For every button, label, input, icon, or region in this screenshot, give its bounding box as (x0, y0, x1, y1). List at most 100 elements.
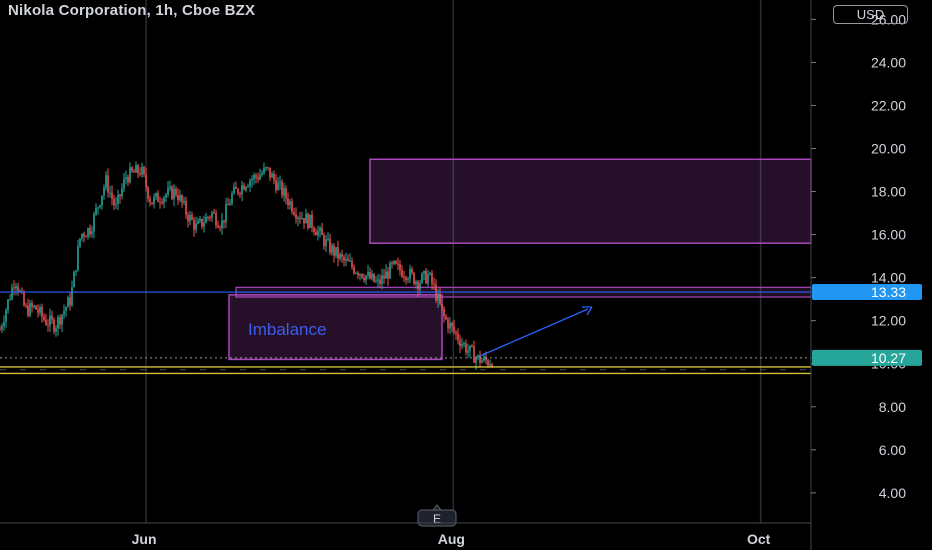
candle-body (249, 180, 251, 187)
candle-body (147, 187, 149, 199)
candle-body (413, 272, 415, 285)
candle-body (403, 276, 405, 278)
candle-body (439, 294, 441, 304)
candle-body (307, 213, 309, 229)
candle-body (319, 228, 321, 231)
candle-body (373, 273, 375, 282)
candle-body (203, 222, 205, 227)
candle-body (113, 198, 115, 205)
candle-body (341, 253, 343, 257)
candle-body (263, 167, 265, 174)
candle-body (181, 195, 183, 203)
candle-body (313, 227, 315, 232)
candle-body (97, 207, 99, 209)
candle-body (337, 247, 339, 259)
candle-body (401, 270, 403, 277)
candle-body (215, 213, 217, 226)
candle-body (343, 256, 345, 261)
candle-body (3, 321, 5, 327)
candle-body (355, 272, 357, 274)
candle-body (287, 198, 289, 205)
candle-body (171, 186, 173, 200)
candle-body (79, 238, 81, 247)
candle-body (379, 279, 381, 284)
candle-body (225, 204, 227, 223)
candle-body (159, 202, 161, 204)
candle-body (473, 346, 475, 363)
candle-body (175, 188, 177, 196)
candle-body (251, 179, 253, 181)
candle-body (259, 175, 261, 180)
y-tick-label: 4.00 (879, 485, 906, 501)
candle-body (397, 263, 399, 265)
candle-body (5, 310, 7, 322)
candle-body (291, 201, 293, 212)
candle-body (45, 319, 47, 325)
candle-body (463, 343, 465, 345)
candle-body (409, 268, 411, 280)
candle-body (477, 355, 479, 358)
candle-body (349, 260, 351, 262)
candle-body (451, 322, 453, 326)
candle-body (377, 279, 379, 281)
candle-body (107, 175, 109, 193)
candle-body (125, 177, 127, 179)
candle-body (231, 193, 233, 204)
candle-body (435, 284, 437, 301)
candle-body (17, 286, 19, 292)
candle-body (367, 271, 369, 276)
candle-body (141, 166, 143, 175)
candle-body (317, 230, 319, 236)
candle-body (9, 299, 11, 301)
y-tick-label: 6.00 (879, 442, 906, 458)
candle-body (187, 214, 189, 222)
candle-body (265, 167, 267, 169)
candle-body (471, 345, 473, 347)
candle-body (347, 258, 349, 262)
candle-body (139, 173, 141, 175)
candle-body (53, 319, 55, 332)
price-chart[interactable]: ImbalanceE 26.0024.0022.0020.0018.0016.0… (0, 0, 932, 550)
candle-body (253, 175, 255, 180)
symbol-title: Nikola Corporation, 1h, Cboe BZX (8, 2, 256, 19)
candle-body (299, 217, 301, 219)
candle-body (357, 272, 359, 276)
candle-body (7, 299, 9, 311)
candle-body (241, 185, 243, 195)
candle-body (155, 193, 157, 197)
time-axis: Jun Aug Oct (0, 522, 811, 547)
candle-body (195, 223, 197, 230)
candle-body (245, 186, 247, 190)
y-tick-label: 16.00 (871, 227, 906, 243)
x-tick-label: Oct (747, 531, 771, 547)
candle-body (359, 274, 361, 276)
candle-body (283, 188, 285, 196)
candle-body (177, 195, 179, 201)
candle-body (55, 328, 57, 332)
candle-body (399, 263, 401, 271)
candle-body (157, 193, 159, 203)
candle-body (395, 261, 397, 264)
candle-body (351, 260, 353, 267)
candle-body (115, 203, 117, 205)
currency-button[interactable]: USD (833, 5, 908, 24)
candle-body (381, 275, 383, 284)
candle-body (165, 194, 167, 198)
y-tick-label: 18.00 (871, 184, 906, 200)
supply-zone (369, 158, 812, 244)
candle-body (123, 178, 125, 189)
candle-body (101, 195, 103, 206)
candle-body (309, 214, 311, 229)
candle-body (323, 235, 325, 247)
candle-body (383, 275, 385, 279)
candle-body (121, 188, 123, 197)
candle-body (459, 340, 461, 347)
candle-body (135, 165, 137, 173)
candle-body (257, 177, 259, 180)
candle-body (143, 166, 145, 175)
candle-body (103, 187, 105, 196)
candle-body (255, 175, 257, 178)
candle-body (209, 217, 211, 219)
candle-body (289, 201, 291, 205)
candle-body (31, 303, 33, 307)
